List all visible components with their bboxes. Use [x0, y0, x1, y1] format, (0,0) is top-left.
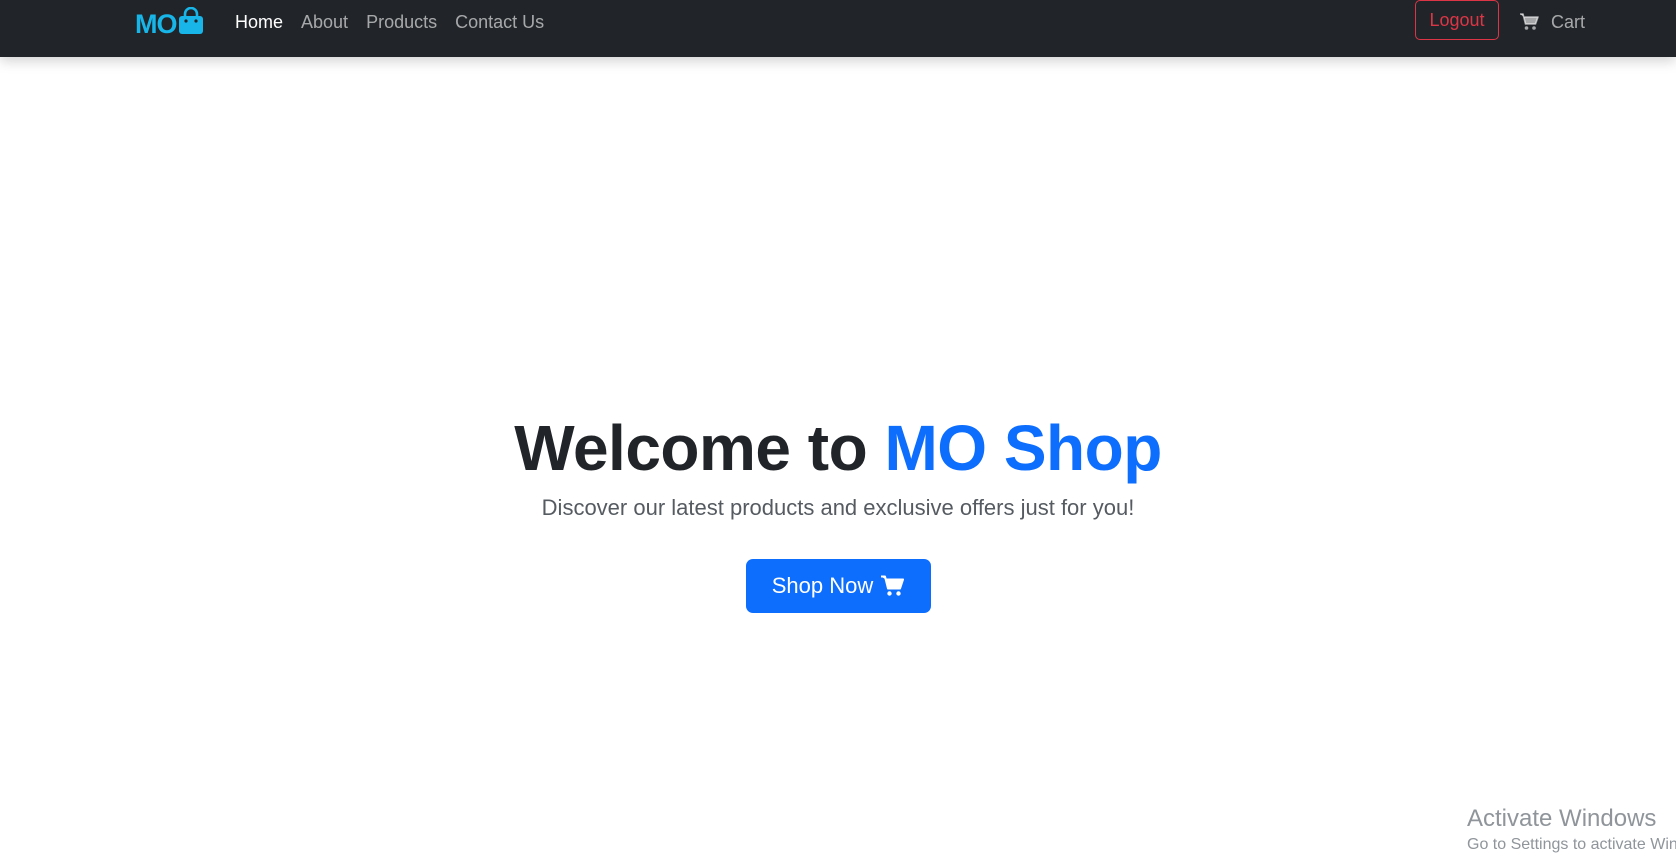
brand-text: MO [135, 8, 177, 39]
cart-label: Cart [1551, 11, 1586, 32]
nav-link-products[interactable]: Products [366, 12, 437, 33]
hero-section: Welcome to MO Shop Discover our latest p… [0, 410, 1676, 613]
nav-link-contact[interactable]: Contact Us [455, 12, 544, 33]
hero-title-accent: MO Shop [884, 412, 1162, 484]
cart-icon [881, 575, 905, 596]
shop-now-label: Shop Now [771, 572, 874, 598]
hero-title: Welcome to MO Shop [0, 410, 1676, 487]
hero-title-prefix: Welcome to [514, 412, 885, 484]
brand-logo[interactable]: MO [135, 7, 204, 40]
top-navbar: MO Home About Products Contact Us Logout… [0, 0, 1676, 57]
watermark-title: Activate Windows [1467, 805, 1657, 832]
windows-activation-watermark: Activate Windows Go to Settings to activ… [1467, 804, 1676, 856]
watermark-subtitle: Go to Settings to activate Windows. [1467, 836, 1676, 853]
logout-button[interactable]: Logout [1415, 0, 1499, 40]
shopping-bag-icon [178, 7, 203, 34]
main-nav: Home About Products Contact Us [235, 0, 562, 44]
nav-link-home[interactable]: Home [235, 12, 283, 33]
nav-link-about[interactable]: About [301, 12, 348, 33]
cart-icon [1520, 13, 1539, 30]
shop-now-button[interactable]: Shop Now [745, 558, 931, 613]
hero-subtitle: Discover our latest products and exclusi… [541, 494, 1135, 520]
cart-link[interactable]: Cart [1519, 0, 1585, 44]
